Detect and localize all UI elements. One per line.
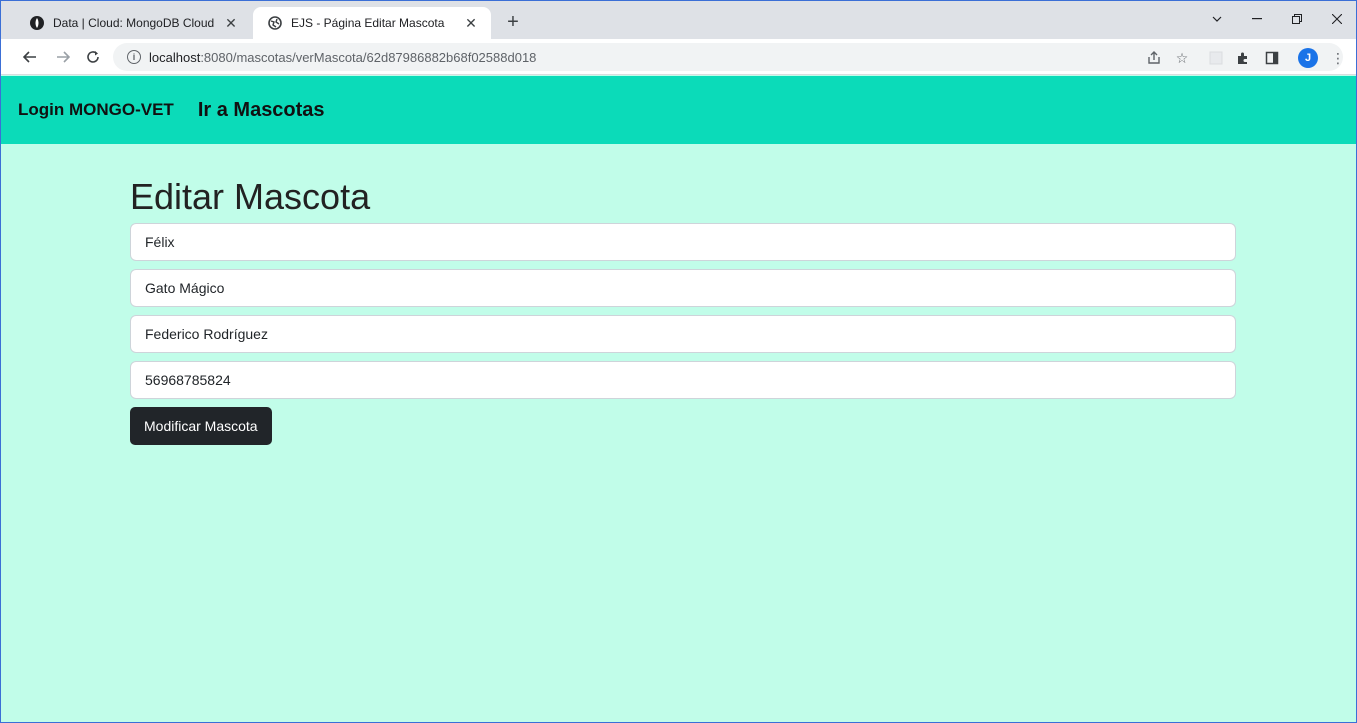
close-window-icon[interactable] [1317,7,1357,31]
info-icon[interactable]: i [127,50,141,64]
profile-avatar[interactable]: J [1298,48,1318,68]
edit-pet-form: Editar Mascota Modificar Mascota [130,144,1236,445]
mongodb-leaf-icon [29,15,45,31]
close-icon[interactable]: ✕ [223,15,239,31]
address-path: :8080/mascotas/verMascota/62d87986882b68… [200,49,537,65]
brand-link[interactable]: Login MONGO-VET [18,100,174,120]
new-tab-button[interactable]: + [501,10,525,34]
tab-title: EJS - Página Editar Mascota [291,16,445,30]
app-navbar: Login MONGO-VET Ir a Mascotas [1,76,1356,144]
page-title: Editar Mascota [130,176,371,217]
close-icon[interactable]: ✕ [463,15,479,31]
globe-icon [267,15,283,31]
star-icon[interactable]: ☆ [1173,49,1191,67]
extension-placeholder-icon[interactable] [1207,49,1225,67]
pet-name-field[interactable] [130,223,1236,261]
side-panel-icon[interactable] [1263,49,1281,67]
nav-link-mascotas[interactable]: Ir a Mascotas [198,99,325,122]
browser-tab-strip: Data | Cloud: MongoDB Cloud ✕ EJS - Pági… [1,1,1356,39]
share-icon[interactable] [1145,49,1163,67]
menu-dots-icon[interactable]: ⋮ [1329,49,1347,67]
pet-description-field[interactable] [130,269,1236,307]
tab-title: Data | Cloud: MongoDB Cloud [53,16,215,30]
puzzle-icon[interactable] [1234,49,1252,67]
minimize-icon[interactable] [1237,7,1277,31]
owner-name-field[interactable] [130,315,1236,353]
address-host: localhost [149,49,201,65]
reload-icon[interactable] [81,45,105,69]
restore-icon[interactable] [1277,7,1317,31]
tab-mongodb-cloud[interactable]: Data | Cloud: MongoDB Cloud ✕ [15,7,251,39]
tab-editar-mascota[interactable]: EJS - Página Editar Mascota ✕ [253,7,491,39]
phone-field[interactable] [130,361,1236,399]
forward-icon[interactable] [51,45,75,69]
back-icon[interactable] [18,45,42,69]
tab-search-icon[interactable] [1197,7,1237,31]
browser-toolbar: i localhost :8080/mascotas/verMascota/62… [1,39,1356,75]
modify-pet-button[interactable]: Modificar Mascota [130,407,272,445]
